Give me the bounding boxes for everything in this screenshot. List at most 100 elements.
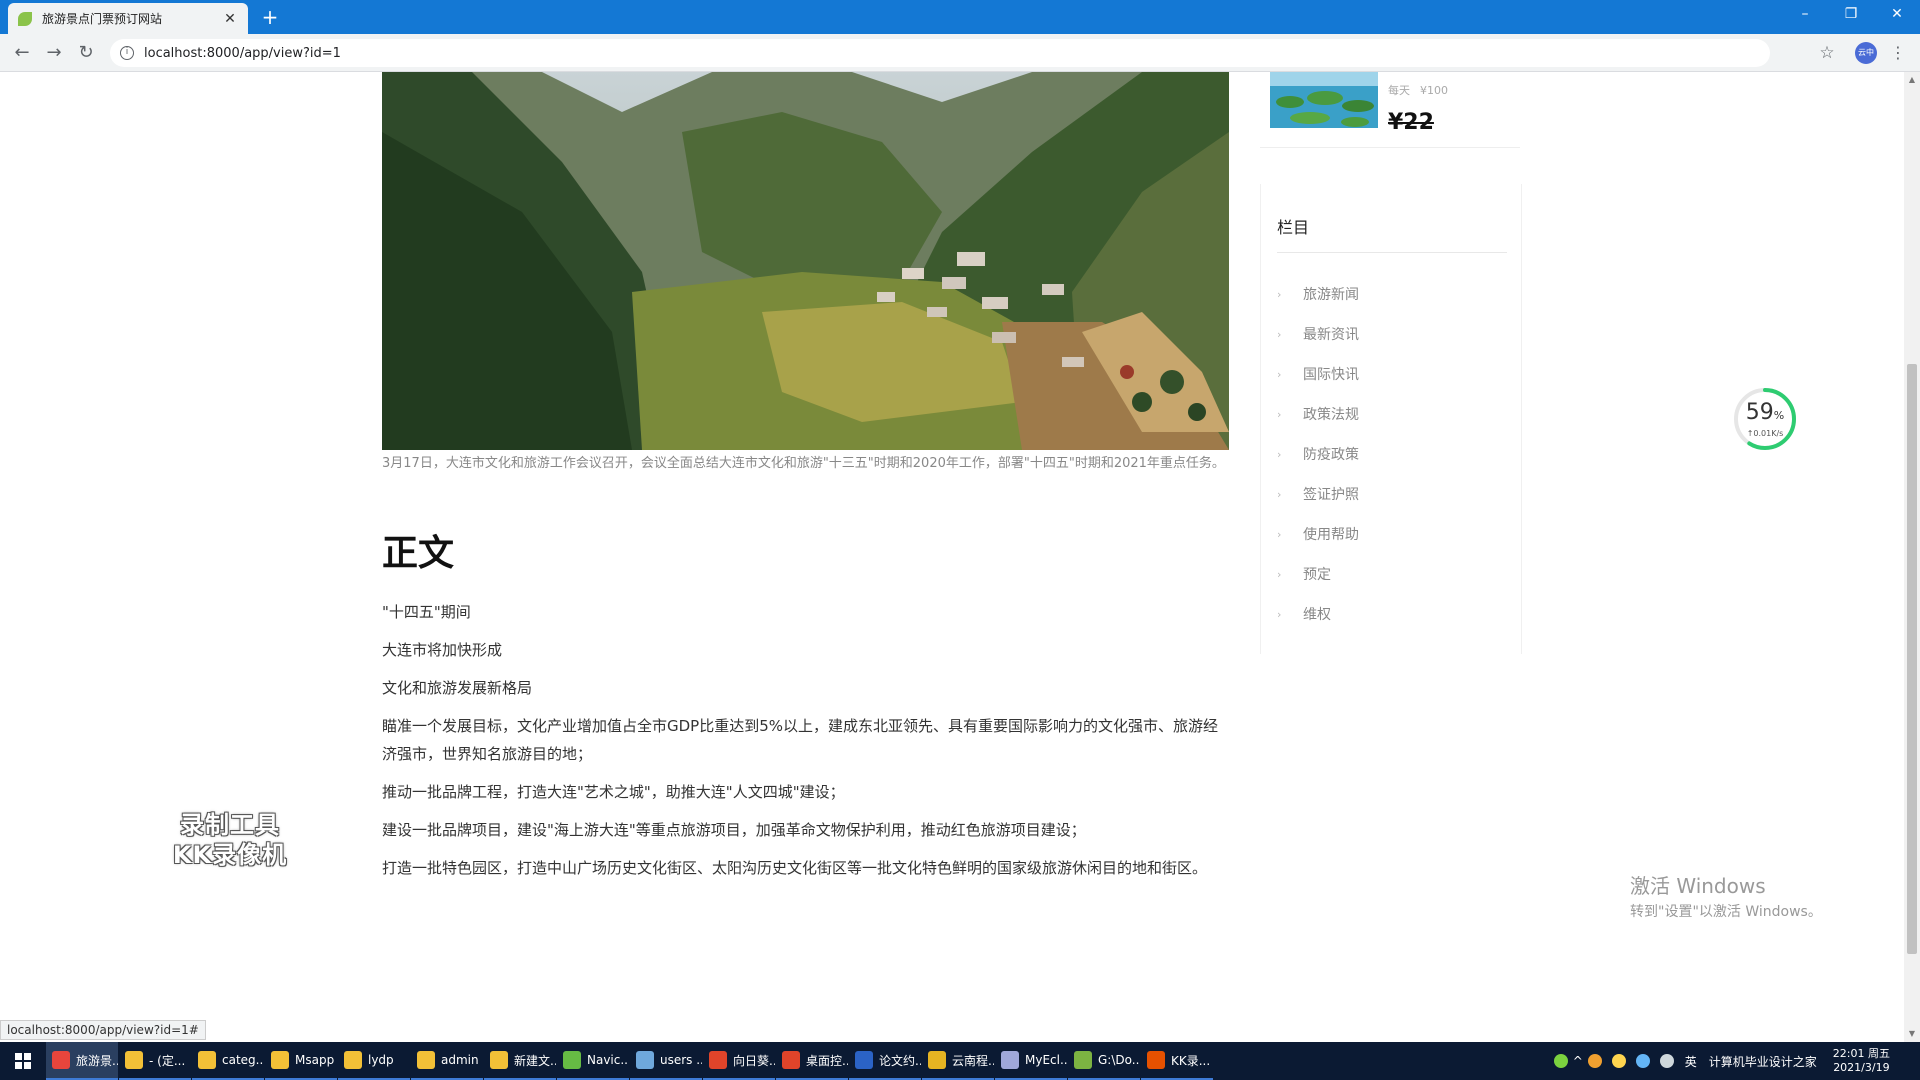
address-url[interactable]: localhost:8000/app/view?id=1 [144, 46, 341, 61]
taskbar-app-button[interactable]: users ... [630, 1042, 702, 1080]
scroll-up-arrow-icon[interactable]: ▲ [1904, 72, 1920, 88]
address-bar[interactable]: i localhost:8000/app/view?id=1 [110, 39, 1770, 67]
taskbar-app-button[interactable]: 云南程... [922, 1042, 994, 1080]
site-info-icon[interactable]: i [120, 46, 134, 60]
taskbar-app-button[interactable]: categ... [192, 1042, 264, 1080]
taskbar-app-button[interactable]: MyEcl... [995, 1042, 1067, 1080]
article-paragraph: 推动一批品牌工程，打造大连"艺术之城"，助推大连"人文四城"建设； [382, 783, 845, 801]
reload-icon[interactable]: ↻ [74, 41, 98, 65]
taskbar-app-label: lydp [368, 1053, 394, 1067]
scroll-down-arrow-icon[interactable]: ▼ [1904, 1026, 1920, 1042]
image-caption: 3月17日，大连市文化和旅游工作会议召开，会议全面总结大连市文化和旅游"十三五"… [382, 456, 1225, 471]
tray-app-icon[interactable] [1587, 1054, 1602, 1068]
minimize-button[interactable]: – [1782, 0, 1828, 30]
new-tab-button[interactable]: + [258, 6, 282, 30]
taskbar-app-button[interactable]: 论文约... [849, 1042, 921, 1080]
window-close-button[interactable]: ✕ [1874, 0, 1920, 30]
windows-logo-icon [15, 1053, 31, 1069]
taskbar-app-label: Msapp [295, 1053, 335, 1067]
back-arrow-icon[interactable]: ← [10, 41, 34, 65]
taskbar-app-label: users ... [660, 1053, 702, 1067]
taskbar-app-button[interactable]: 旅游景... [46, 1042, 118, 1080]
ime-indicator[interactable]: 英 [1685, 1053, 1697, 1070]
chevron-right-icon: › [1277, 367, 1282, 381]
network-speed-widget[interactable]: 59% ↑0.01K/s [1732, 386, 1798, 452]
taskbar-app-button[interactable]: admin [411, 1042, 483, 1080]
category-item[interactable]: › 最新资讯 [1277, 314, 1359, 354]
app-icon [417, 1051, 435, 1069]
recorder-watermark: 录制工具 KK录像机 [172, 811, 288, 869]
network-icon[interactable] [1635, 1054, 1650, 1068]
app-icon [1147, 1051, 1165, 1069]
taskbar-app-button[interactable]: Msapp [265, 1042, 337, 1080]
taskbar-app-button[interactable]: G:\Do... [1068, 1042, 1140, 1080]
category-item[interactable]: › 国际快讯 [1277, 354, 1359, 394]
app-icon [52, 1051, 70, 1069]
screen: 旅游景点门票预订网站 ✕ + – ❐ ✕ ← → ↻ i localhost:8… [0, 0, 1920, 1080]
restore-button[interactable]: ❐ [1828, 0, 1874, 30]
taskbar-app-label: - (定... [149, 1053, 186, 1068]
taskbar-app-button[interactable]: 向日葵... [703, 1042, 775, 1080]
taskbar-app-label: G:\Do... [1098, 1053, 1140, 1067]
section-title: 正文 [382, 532, 455, 574]
taskbar-app-label: Navic... [587, 1053, 629, 1067]
taskbar-app-button[interactable]: Navic... [557, 1042, 629, 1080]
bookmark-star-icon[interactable]: ☆ [1815, 41, 1839, 65]
app-icon [271, 1051, 289, 1069]
browser-menu-icon[interactable]: ⋮ [1888, 41, 1908, 65]
category-item[interactable]: › 政策法规 [1277, 394, 1359, 434]
taskbar-clock[interactable]: 22:01 周五 2021/3/19 [1833, 1047, 1890, 1075]
taskbar-app-label: admin [441, 1053, 479, 1067]
category-divider [1277, 252, 1507, 253]
category-item[interactable]: › 防疫政策 [1277, 434, 1359, 474]
app-icon [125, 1051, 143, 1069]
category-item[interactable]: › 预定 [1277, 554, 1359, 594]
page-viewport: 3月17日，大连市文化和旅游工作会议召开，会议全面总结大连市文化和旅游"十三五"… [0, 72, 1904, 1042]
scrollbar-thumb[interactable] [1907, 364, 1917, 954]
taskbar-app-button[interactable]: 桌面控... [776, 1042, 848, 1080]
tab-close-icon[interactable]: ✕ [222, 11, 238, 27]
taskbar-app-button[interactable]: - (定... [119, 1042, 191, 1080]
page-scrollbar[interactable]: ▲ ▼ [1904, 72, 1920, 1042]
forward-arrow-icon[interactable]: → [42, 41, 66, 65]
article-paragraph: 大连市将加快形成 [382, 641, 503, 659]
category-item[interactable]: › 维权 [1277, 594, 1359, 634]
article-paragraph: 文化和旅游发展新格局 [382, 679, 533, 697]
chevron-right-icon: › [1277, 287, 1282, 301]
windows-activation-notice: 激活 Windows 转到"设置"以激活 Windows。 [1630, 874, 1822, 920]
app-icon [928, 1051, 946, 1069]
category-item[interactable]: › 签证护照 [1277, 474, 1359, 514]
taskbar-app-label: 桌面控... [806, 1053, 848, 1068]
browser-tab-strip: 旅游景点门票预订网站 ✕ + – ❐ ✕ [0, 0, 1920, 34]
category-item[interactable]: › 旅游新闻 [1277, 274, 1359, 314]
taskbar-app-button[interactable]: KK录... [1141, 1042, 1213, 1080]
promo-thumbnail[interactable] [1270, 72, 1378, 128]
browser-toolbar: ← → ↻ i localhost:8000/app/view?id=1 ☆ 云… [0, 34, 1920, 72]
profile-avatar[interactable]: 云中 [1855, 42, 1877, 64]
volume-icon[interactable] [1659, 1054, 1674, 1068]
taskbar-apps: 旅游景... - (定... categ... Msapp lydp admin 新建文..… [46, 1042, 1214, 1080]
article-paragraph: 瞄准一个发展目标，文化产业增加值占全市GDP比重达到5%以上，建成东北亚领先、具… [382, 717, 1219, 763]
tray-app-icon[interactable] [1611, 1054, 1626, 1068]
article-body: "十四五"期间 大连市将加快形成 文化和旅游发展新格局 瞄准一个发展目标，文化产… [382, 598, 1232, 892]
speed-rate: ↑0.01K/s [1746, 429, 1784, 438]
ticket-promo-card[interactable]: 每天 ¥100 ¥22 [1260, 72, 1520, 148]
start-button[interactable] [0, 1042, 46, 1080]
chevron-right-icon: › [1277, 567, 1282, 581]
app-icon [782, 1051, 800, 1069]
browser-tab[interactable]: 旅游景点门票预订网站 ✕ [8, 3, 248, 34]
app-icon [1074, 1051, 1092, 1069]
taskbar-app-label: 云南程... [952, 1053, 994, 1068]
promo-price: ¥22 [1388, 110, 1434, 135]
tray-overlay-text: 计算机毕业设计之家 [1708, 1054, 1817, 1069]
app-icon [636, 1051, 654, 1069]
speed-percent: 59% [1745, 400, 1785, 425]
battery-icon[interactable] [1553, 1054, 1568, 1068]
chevron-right-icon: › [1277, 487, 1282, 501]
category-item[interactable]: › 使用帮助 [1277, 514, 1359, 554]
tray-chevron-icon[interactable]: ^ [1573, 1054, 1583, 1068]
taskbar-app-button[interactable]: 新建文... [484, 1042, 556, 1080]
taskbar-app-button[interactable]: lydp [338, 1042, 410, 1080]
taskbar-app-label: 向日葵... [733, 1053, 775, 1068]
mountain-valley-photo [382, 72, 1229, 450]
